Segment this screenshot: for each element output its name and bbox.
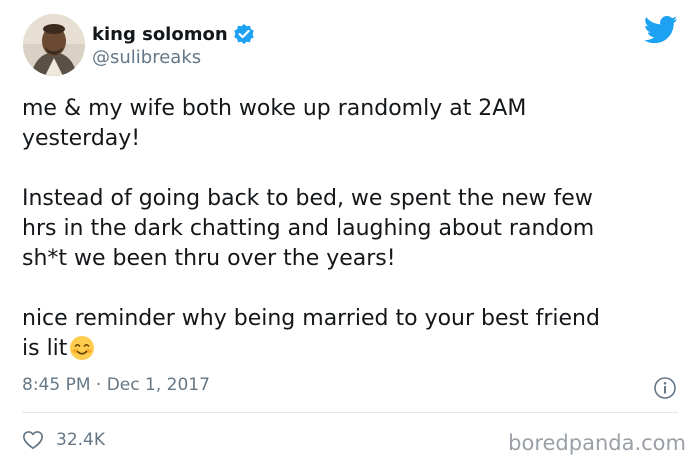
like-action[interactable]: 32.4K bbox=[22, 428, 105, 452]
display-name[interactable]: king solomon bbox=[92, 24, 228, 45]
avatar[interactable] bbox=[23, 14, 85, 76]
info-icon[interactable] bbox=[653, 376, 677, 400]
tweet-paragraph-text: nice reminder why being married to your … bbox=[22, 306, 600, 361]
author-name-row[interactable]: king solomon bbox=[92, 21, 255, 47]
verified-badge-icon bbox=[233, 23, 255, 45]
tweet-timestamp[interactable]: 8:45 PM · Dec 1, 2017 bbox=[22, 375, 210, 395]
author-handle[interactable]: @sulibreaks bbox=[92, 47, 201, 68]
heart-icon[interactable] bbox=[22, 429, 44, 451]
smiling-face-emoji-icon bbox=[69, 335, 95, 361]
tweet-paragraph: me & my wife both woke up randomly at 2A… bbox=[22, 96, 527, 151]
tweet-card: king solomon @sulibreaks me & my wife bo… bbox=[0, 0, 700, 468]
tweet-text: me & my wife both woke up randomly at 2A… bbox=[22, 94, 682, 364]
tweet-paragraph-last: nice reminder why being married to your … bbox=[22, 304, 682, 364]
watermark: boredpanda.com bbox=[508, 431, 686, 455]
tweet-paragraph: Instead of going back to bed, we spent t… bbox=[22, 186, 595, 271]
twitter-bird-icon[interactable] bbox=[643, 15, 678, 45]
divider bbox=[22, 412, 678, 413]
like-count: 32.4K bbox=[56, 430, 105, 450]
